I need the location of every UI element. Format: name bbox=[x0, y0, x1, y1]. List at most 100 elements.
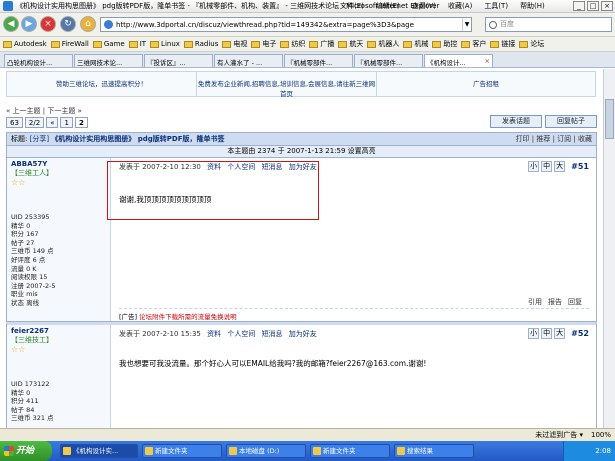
page-current: 2 bbox=[74, 117, 88, 128]
quote-link[interactable]: 引用 bbox=[528, 297, 542, 307]
bookmark-folder[interactable]: 机器人 bbox=[367, 39, 399, 49]
menu-item[interactable]: 查看(V) bbox=[412, 0, 436, 13]
minimize-button[interactable]: _ bbox=[573, 1, 585, 11]
address-dropdown-icon[interactable]: ▼ bbox=[462, 18, 471, 31]
font-small-button[interactable]: 小 bbox=[528, 328, 540, 339]
page-link[interactable]: 1 bbox=[60, 117, 73, 128]
user-level: 【三维技工】 bbox=[11, 336, 53, 344]
menu-bar: 文件(E) 编辑(E) 查看(V) 收藏(A) 工具(T) 帮助(H) bbox=[340, 0, 545, 13]
address-bar[interactable]: http://www.3dportal.cn/discuz/viewthread… bbox=[100, 17, 472, 32]
bookmark-folder[interactable]: IT bbox=[128, 40, 146, 48]
font-large-button[interactable]: 大 bbox=[554, 328, 566, 339]
taskbar-item[interactable]: 新建文件夹 bbox=[310, 444, 390, 458]
address-url[interactable]: http://www.3dportal.cn/discuz/viewthread… bbox=[116, 21, 462, 29]
folder-icon bbox=[432, 40, 442, 48]
bookmark-folder[interactable]: 电视 bbox=[222, 39, 247, 49]
refresh-button[interactable]: ↻ bbox=[60, 16, 76, 32]
bookmark-folder[interactable]: Game bbox=[92, 40, 125, 48]
bookmark-folder[interactable]: 链接 bbox=[490, 39, 515, 49]
ad-left[interactable]: 赞助三维论坛，迅速提高积分！ bbox=[7, 72, 197, 96]
ad-link[interactable]: 论坛附件下载所需的流量免换说明 bbox=[139, 313, 237, 321]
taskbar-item[interactable]: 搜索结果 bbox=[394, 444, 474, 458]
bookmark-folder[interactable]: 论坛 bbox=[519, 39, 544, 49]
stop-button[interactable]: × bbox=[40, 16, 56, 32]
bookmark-folder[interactable]: Linux bbox=[150, 40, 180, 48]
profile-link[interactable]: 资料 bbox=[207, 330, 221, 338]
space-link[interactable]: 个人空间 bbox=[227, 330, 255, 338]
browser-tab[interactable]: 凸轮机构设计... bbox=[4, 54, 73, 67]
rank-stars-icon: ☆☆ bbox=[11, 178, 26, 187]
search-input[interactable]: 百度 bbox=[485, 17, 612, 32]
bookmark-folder[interactable]: FireWall bbox=[50, 40, 89, 48]
bookmark-folder[interactable]: 广播 bbox=[309, 39, 334, 49]
menu-item[interactable]: 工具(T) bbox=[484, 0, 508, 13]
rank-stars-icon: ☆☆ bbox=[11, 345, 26, 354]
browser-tab[interactable]: 『机械零部件... bbox=[284, 54, 353, 67]
browser-tab[interactable]: 三维网技术论... bbox=[74, 54, 143, 67]
scrollbar-thumb[interactable] bbox=[605, 99, 614, 139]
username[interactable]: feier2267 bbox=[11, 327, 106, 335]
browser-tab-active[interactable]: 《机构设计... × bbox=[424, 54, 493, 67]
bookmark-folder[interactable]: 电子 bbox=[251, 39, 276, 49]
status-bar: 未过滤到广告 ▾ 100% bbox=[0, 428, 615, 441]
home-button[interactable]: ⌂ bbox=[80, 16, 96, 32]
reply-link[interactable]: 回复 bbox=[568, 297, 582, 307]
page-content: 赞助三维论坛，迅速提高积分！ 免费发布企业新闻,招聘信息,培训信息,会展信息,请… bbox=[0, 69, 603, 441]
post-author-panel: ABBA57Y 【三维工人】 ☆☆ UID 253395 精华 0 积分 167… bbox=[7, 158, 111, 321]
username[interactable]: ABBA57Y bbox=[11, 160, 106, 168]
adblock-status[interactable]: 未过滤到广告 ▾ bbox=[535, 429, 583, 441]
maximize-button[interactable]: □ bbox=[587, 1, 599, 11]
menu-item[interactable]: 收藏(A) bbox=[448, 0, 472, 13]
ad-right[interactable]: 广告招租 bbox=[377, 72, 595, 96]
ad-center[interactable]: 免费发布企业新闻,招聘信息,培训信息,会展信息,请往新三维网首页 bbox=[197, 72, 377, 98]
close-tab-icon[interactable]: × bbox=[485, 57, 490, 65]
font-size-controls: 小 中 大 #51 bbox=[528, 161, 590, 172]
vertical-scrollbar[interactable] bbox=[603, 69, 615, 441]
menu-item[interactable]: 编辑(E) bbox=[376, 0, 400, 13]
close-button[interactable]: × bbox=[601, 1, 613, 11]
taskbar-item[interactable]: 本地磁盘 (D:) bbox=[226, 444, 306, 458]
bookmark-folder[interactable]: 纺织 bbox=[280, 39, 305, 49]
post-number[interactable]: #51 bbox=[570, 162, 590, 171]
search-placeholder: 百度 bbox=[500, 20, 514, 28]
folder-icon bbox=[92, 40, 102, 48]
message-link[interactable]: 短消息 bbox=[262, 330, 283, 338]
browser-tab[interactable]: 有人灌水了 - ... bbox=[214, 54, 283, 67]
reply-button[interactable]: 回复帖子 bbox=[545, 115, 597, 128]
browser-tab[interactable]: 『机械零部件... bbox=[354, 54, 423, 67]
add-friend-link[interactable]: 加为好友 bbox=[289, 330, 317, 338]
clock[interactable]: 2:08 bbox=[595, 447, 611, 455]
taskbar-item[interactable]: 新建文件夹 bbox=[142, 444, 222, 458]
post-actions: 引用 报告 回复 bbox=[528, 297, 582, 307]
navigation-toolbar: ◀ ▶ × ↻ ⌂ http://www.3dportal.cn/discuz/… bbox=[0, 13, 615, 37]
bookmark-folder[interactable]: 航天 bbox=[338, 39, 363, 49]
folder-icon bbox=[309, 40, 319, 48]
menu-item[interactable]: 帮助(H) bbox=[520, 0, 545, 13]
menu-item[interactable]: 文件(E) bbox=[340, 0, 364, 13]
taskbar-item-active[interactable]: 《机构设计实... bbox=[60, 444, 138, 458]
folder-icon bbox=[519, 40, 529, 48]
thread-tag[interactable]: [分享] bbox=[30, 135, 49, 143]
forward-button[interactable]: ▶ bbox=[21, 16, 37, 32]
report-link[interactable]: 报告 bbox=[548, 297, 562, 307]
back-button[interactable]: ◀ bbox=[3, 16, 19, 32]
font-medium-button[interactable]: 中 bbox=[541, 161, 553, 172]
thread-tools[interactable]: 打印 | 推荐 | 订阅 | 收藏 bbox=[516, 133, 592, 145]
bookmark-folder[interactable]: Autodesk bbox=[3, 40, 47, 48]
thread-header: 标题: [分享] 《机构设计实用构思图册》 pdg版转PDF版，隆单书签 打印 … bbox=[6, 132, 597, 146]
topic-navigation[interactable]: « 上一主题 | 下一主题 » bbox=[6, 106, 82, 116]
start-button[interactable]: 开始 bbox=[0, 441, 52, 461]
system-tray: 2:08 bbox=[563, 441, 615, 461]
font-medium-button[interactable]: 中 bbox=[541, 328, 553, 339]
post-number[interactable]: #52 bbox=[570, 329, 590, 338]
font-large-button[interactable]: 大 bbox=[554, 161, 566, 172]
page-first-link[interactable]: « bbox=[46, 117, 59, 128]
bookmark-folder[interactable]: Radius bbox=[183, 40, 218, 48]
font-small-button[interactable]: 小 bbox=[528, 161, 540, 172]
zoom-level[interactable]: 100% bbox=[591, 429, 611, 441]
browser-tab[interactable]: 『投诉区』... bbox=[144, 54, 213, 67]
bookmark-folder[interactable]: 助控 bbox=[432, 39, 457, 49]
new-topic-button[interactable]: 发表话题 bbox=[490, 115, 542, 128]
bookmark-folder[interactable]: 客户 bbox=[461, 39, 486, 49]
bookmark-folder[interactable]: 机械 bbox=[403, 39, 428, 49]
